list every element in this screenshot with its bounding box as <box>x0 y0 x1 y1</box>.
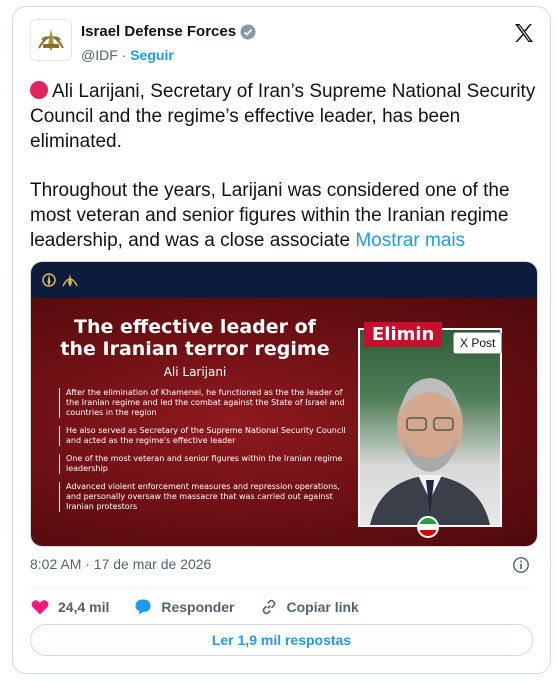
action-bar: 24,4 mil Responder Copiar link <box>30 597 383 617</box>
idf-emblem-icon <box>38 29 64 51</box>
copy-link-label: Copiar link <box>286 599 359 615</box>
read-replies-button[interactable]: Ler 1,9 mil respostas <box>30 624 533 656</box>
heart-icon <box>31 600 49 615</box>
reply-button[interactable]: Responder <box>133 597 235 617</box>
show-more-link[interactable]: Mostrar mais <box>355 230 465 251</box>
tweet-timestamp[interactable]: 8:02 AM · 17 de mar de 2026 <box>30 556 211 572</box>
x-logo-icon[interactable] <box>512 21 536 45</box>
speech-bubble-icon <box>135 599 151 615</box>
eliminated-badge: Elimin <box>364 322 443 347</box>
media-banner: The effective leader of the Iranian terr… <box>31 298 537 546</box>
info-icon[interactable] <box>512 556 530 574</box>
like-button[interactable]: 24,4 mil <box>30 597 109 617</box>
tweet-paragraph-1: Ali Larijani, Secretary of Iran’s Suprem… <box>30 81 536 152</box>
divider <box>30 588 533 589</box>
banner-subject-name: Ali Larijani <box>163 365 227 379</box>
portrait-photo <box>358 328 502 527</box>
avatar[interactable] <box>30 19 72 61</box>
author-name-row[interactable]: Israel Defense Forces <box>81 23 256 40</box>
banner-bullet: After the elimination of Khamenei, he fu… <box>59 388 349 418</box>
follow-button[interactable]: Seguir <box>130 47 174 63</box>
author-name[interactable]: Israel Defense Forces <box>81 23 236 40</box>
like-count: 24,4 mil <box>58 599 110 615</box>
idf-logos-icon <box>42 273 78 287</box>
iran-flag-icon <box>417 516 439 538</box>
banner-bullet: One of the most veteran and senior figur… <box>59 454 349 474</box>
x-post-tooltip: X Post <box>453 332 503 354</box>
handle-row: @IDF · Seguir <box>81 47 174 63</box>
verified-badge-icon <box>240 24 256 39</box>
separator: · <box>121 47 127 63</box>
banner-headline: The effective leader of the Iranian terr… <box>60 316 330 360</box>
link-icon <box>262 599 275 615</box>
banner-bullet: He also served as Secretary of the Supre… <box>59 426 349 446</box>
tweet-card: Israel Defense Forces @IDF · Seguir Ali … <box>12 6 551 674</box>
banner-bullet: Advanced violent enforcement measures an… <box>59 482 349 512</box>
banner-bullets: After the elimination of Khamenei, he fu… <box>59 388 349 520</box>
red-circle-emoji-icon <box>30 81 48 99</box>
author-handle[interactable]: @IDF <box>81 47 118 63</box>
portrait-figure-icon <box>370 378 490 525</box>
reply-label: Responder <box>161 599 235 615</box>
tweet-media[interactable]: The effective leader of the Iranian terr… <box>30 261 538 547</box>
tweet-body: Ali Larijani, Secretary of Iran’s Suprem… <box>30 79 538 277</box>
copy-link-button[interactable]: Copiar link <box>259 597 359 617</box>
media-top-bar <box>31 262 537 298</box>
